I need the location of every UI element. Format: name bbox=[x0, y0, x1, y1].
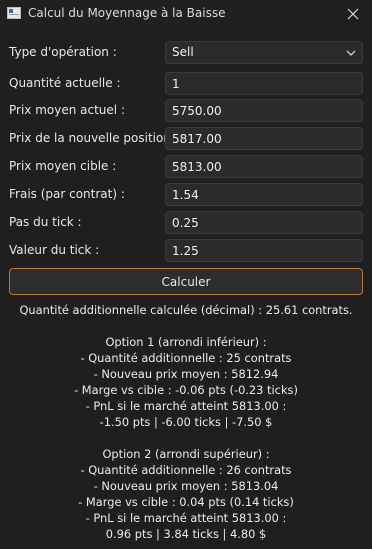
option1-quantity: - Quantité additionnelle : 25 contrats bbox=[80, 351, 292, 365]
window-title: Calcul du Moyennage à la Baisse bbox=[28, 6, 226, 20]
result-summary: Quantité additionnelle calculée (décimal… bbox=[19, 303, 353, 317]
row-new-position-price: Prix de la nouvelle position : bbox=[0, 127, 372, 151]
compute-button[interactable]: Calculer bbox=[9, 268, 363, 295]
new-position-price-label: Prix de la nouvelle position : bbox=[9, 131, 179, 145]
current-quantity-input[interactable] bbox=[165, 72, 363, 95]
option2-pnl-label: - PnL si le marché atteint 5813.00 : bbox=[85, 511, 287, 525]
chevron-down-icon bbox=[344, 42, 358, 63]
tick-value-label: Valeur du tick : bbox=[9, 243, 100, 257]
current-avg-price-input[interactable] bbox=[165, 99, 363, 122]
row-target-avg-price: Prix moyen cible : bbox=[0, 155, 372, 179]
option1-pnl-label: - PnL si le marché atteint 5813.00 : bbox=[85, 399, 287, 413]
fees-input[interactable] bbox=[165, 183, 363, 206]
new-position-price-input[interactable] bbox=[165, 127, 363, 150]
target-avg-price-input[interactable] bbox=[165, 155, 363, 178]
option2-new-avg: - Nouveau prix moyen : 5813.04 bbox=[93, 479, 279, 493]
option2-margin: - Marge vs cible : 0.04 pts (0.14 ticks) bbox=[78, 495, 294, 509]
fees-label: Frais (par contrat) : bbox=[9, 187, 125, 201]
row-fees: Frais (par contrat) : bbox=[0, 183, 372, 207]
window-app-icon bbox=[7, 7, 21, 19]
operation-type-label: Type d'opération : bbox=[9, 45, 117, 59]
close-icon bbox=[347, 8, 359, 20]
option1-title: Option 1 (arrondi inférieur) : bbox=[105, 335, 267, 349]
option2-pnl-values: 0.96 pts | 3.84 ticks | 4.80 $ bbox=[105, 527, 267, 541]
option2-quantity: - Quantité additionnelle : 26 contrats bbox=[80, 463, 292, 477]
row-tick-size: Pas du tick : bbox=[0, 211, 372, 235]
tick-size-input[interactable] bbox=[165, 211, 363, 234]
option1-margin: - Marge vs cible : -0.06 pts (-0.23 tick… bbox=[74, 383, 298, 397]
current-quantity-label: Quantité actuelle : bbox=[9, 76, 121, 90]
option2-title: Option 2 (arrondi supérieur) : bbox=[102, 447, 270, 461]
tick-value-input[interactable] bbox=[165, 239, 363, 262]
option1-new-avg: - Nouveau prix moyen : 5812.94 bbox=[93, 367, 279, 381]
close-button[interactable] bbox=[334, 0, 372, 28]
row-tick-value: Valeur du tick : bbox=[0, 239, 372, 263]
row-operation-type: Type d'opération : Sell bbox=[0, 41, 372, 65]
operation-type-select[interactable]: Sell bbox=[165, 41, 363, 64]
tick-size-label: Pas du tick : bbox=[9, 215, 82, 229]
operation-type-value: Sell bbox=[172, 45, 194, 59]
option1-pnl-values: -1.50 pts | -6.00 ticks | -7.50 $ bbox=[99, 415, 273, 429]
current-avg-price-label: Prix moyen actuel : bbox=[9, 103, 125, 117]
row-current-avg-price: Prix moyen actuel : bbox=[0, 99, 372, 123]
row-current-quantity: Quantité actuelle : bbox=[0, 72, 372, 96]
target-avg-price-label: Prix moyen cible : bbox=[9, 159, 117, 173]
title-bar: Calcul du Moyennage à la Baisse bbox=[0, 0, 372, 28]
